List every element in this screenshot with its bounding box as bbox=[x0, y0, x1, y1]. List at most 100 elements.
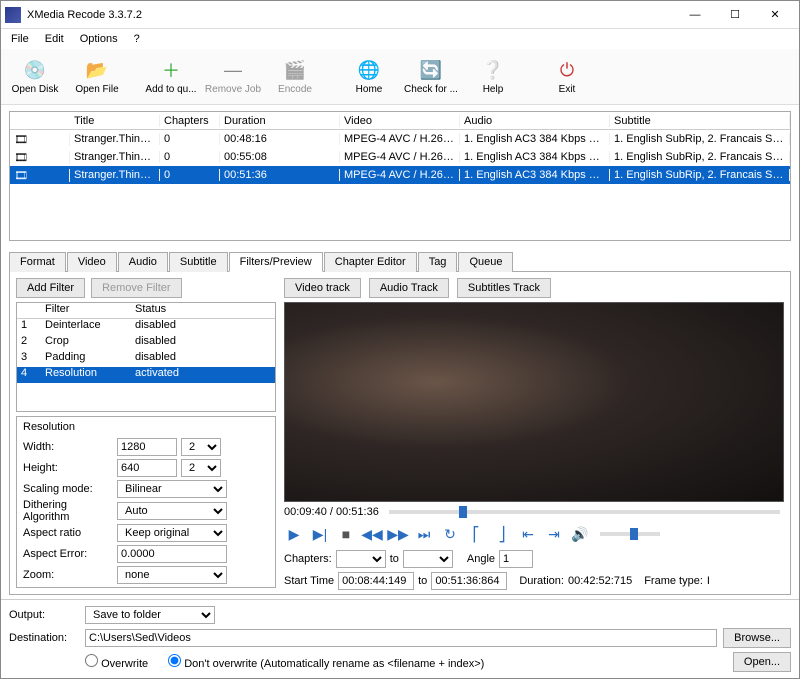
minimize-button[interactable]: — bbox=[675, 1, 715, 29]
app-icon bbox=[5, 7, 21, 23]
file-grid: Title Chapters Duration Video Audio Subt… bbox=[9, 111, 791, 241]
chapter-from-select[interactable] bbox=[336, 550, 386, 568]
seek-slider[interactable] bbox=[389, 510, 780, 514]
maximize-button[interactable]: ☐ bbox=[715, 1, 755, 29]
tab-chapter-editor[interactable]: Chapter Editor bbox=[324, 252, 417, 272]
player-controls: ▶ ▶| ■ ◀◀ ▶▶ ⏭ ↻ ⎡ ⎦ ⇤ ⇥ 🔊 bbox=[284, 522, 784, 546]
dither-select[interactable]: Auto bbox=[117, 502, 227, 520]
resolution-group: Resolution Width:2 Height:2 Scaling mode… bbox=[16, 416, 276, 588]
col-audio[interactable]: Audio bbox=[460, 115, 610, 127]
help-icon: ❔ bbox=[481, 58, 505, 82]
plus-icon: ＋ bbox=[159, 58, 183, 82]
destination-input[interactable] bbox=[85, 629, 717, 647]
window-title: XMedia Recode 3.3.7.2 bbox=[27, 9, 675, 21]
open-disk-button[interactable]: 💿Open Disk bbox=[5, 51, 65, 103]
menubar: File Edit Options ? bbox=[1, 29, 799, 49]
frame-type-value: I bbox=[707, 575, 710, 587]
timecode: 00:09:40 / 00:51:36 bbox=[284, 506, 379, 518]
main-panel: Add Filter Remove Filter FilterStatus 1D… bbox=[9, 272, 791, 595]
aspect-error-input[interactable] bbox=[117, 545, 227, 563]
zoom-select[interactable]: none bbox=[117, 566, 227, 584]
exit-icon: ⏻ bbox=[555, 58, 579, 82]
audio-track-button[interactable]: Audio Track bbox=[369, 278, 449, 298]
close-button[interactable]: ✕ bbox=[755, 1, 795, 29]
overwrite-radio[interactable]: Overwrite bbox=[85, 654, 148, 670]
tab-video[interactable]: Video bbox=[67, 252, 117, 272]
titlebar: XMedia Recode 3.3.7.2 — ☐ ✕ bbox=[1, 1, 799, 29]
filter-row[interactable]: 1Deinterlacedisabled bbox=[17, 319, 275, 335]
col-duration[interactable]: Duration bbox=[220, 115, 340, 127]
dont-overwrite-radio[interactable]: Don't overwrite (Automatically rename as… bbox=[168, 654, 484, 670]
scaling-select[interactable]: Bilinear bbox=[117, 480, 227, 498]
output-mode-select[interactable]: Save to folder bbox=[85, 606, 215, 624]
refresh-icon: 🔄 bbox=[419, 58, 443, 82]
menu-file[interactable]: File bbox=[5, 31, 35, 47]
output-panel: Output: Save to folder Destination: Brow… bbox=[1, 599, 799, 678]
open-button[interactable]: Open... bbox=[733, 652, 791, 672]
video-track-button[interactable]: Video track bbox=[284, 278, 361, 298]
width-input[interactable] bbox=[117, 438, 177, 456]
menu-help[interactable]: ? bbox=[128, 31, 146, 47]
filter-row[interactable]: 3Paddingdisabled bbox=[17, 351, 275, 367]
forward-icon[interactable]: ▶▶ bbox=[388, 524, 408, 544]
filter-row[interactable]: 2Cropdisabled bbox=[17, 335, 275, 351]
rewind-icon[interactable]: ◀◀ bbox=[362, 524, 382, 544]
home-button[interactable]: 🌐Home bbox=[339, 51, 399, 103]
table-row[interactable]: 🎞Stranger.Things...000:48:16MPEG-4 AVC /… bbox=[10, 130, 790, 148]
col-subtitle[interactable]: Subtitle bbox=[610, 115, 790, 127]
tab-queue[interactable]: Queue bbox=[458, 252, 513, 272]
remove-job-button: —Remove Job bbox=[203, 51, 263, 103]
col-chapters[interactable]: Chapters bbox=[160, 115, 220, 127]
duration-value: 00:42:52:715 bbox=[568, 575, 632, 587]
menu-options[interactable]: Options bbox=[74, 31, 124, 47]
col-title[interactable]: Title bbox=[70, 115, 160, 127]
grid-header: Title Chapters Duration Video Audio Subt… bbox=[10, 112, 790, 130]
volume-icon[interactable]: 🔊 bbox=[570, 524, 590, 544]
end-time-input[interactable] bbox=[431, 572, 507, 590]
mark-in-icon[interactable]: ⎡ bbox=[466, 524, 486, 544]
toolbar: 💿Open Disk 📂Open File ＋Add to qu... —Rem… bbox=[1, 49, 799, 105]
tab-filters-preview[interactable]: Filters/Preview bbox=[229, 252, 323, 272]
start-time-input[interactable] bbox=[338, 572, 414, 590]
check-updates-button[interactable]: 🔄Check for ... bbox=[401, 51, 461, 103]
volume-slider[interactable] bbox=[600, 532, 660, 536]
mark-out-icon[interactable]: ⎦ bbox=[492, 524, 512, 544]
add-filter-button[interactable]: Add Filter bbox=[16, 278, 85, 298]
step-icon[interactable]: ⏭ bbox=[414, 524, 434, 544]
tab-format[interactable]: Format bbox=[9, 252, 66, 272]
loop-icon[interactable]: ↻ bbox=[440, 524, 460, 544]
stop-icon[interactable]: ■ bbox=[336, 524, 356, 544]
angle-input[interactable] bbox=[499, 550, 533, 568]
range-in-icon[interactable]: ⇤ bbox=[518, 524, 538, 544]
height-input[interactable] bbox=[117, 459, 177, 477]
width-mul-select[interactable]: 2 bbox=[181, 438, 221, 456]
menu-edit[interactable]: Edit bbox=[39, 31, 70, 47]
folder-icon: 📂 bbox=[85, 58, 109, 82]
add-queue-button[interactable]: ＋Add to qu... bbox=[141, 51, 201, 103]
height-mul-select[interactable]: 2 bbox=[181, 459, 221, 477]
help-button[interactable]: ❔Help bbox=[463, 51, 523, 103]
next-icon[interactable]: ▶| bbox=[310, 524, 330, 544]
tab-audio[interactable]: Audio bbox=[118, 252, 168, 272]
tab-subtitle[interactable]: Subtitle bbox=[169, 252, 228, 272]
disc-icon: 💿 bbox=[23, 58, 47, 82]
remove-filter-button: Remove Filter bbox=[91, 278, 181, 298]
browse-button[interactable]: Browse... bbox=[723, 628, 791, 648]
range-out-icon[interactable]: ⇥ bbox=[544, 524, 564, 544]
open-file-button[interactable]: 📂Open File bbox=[67, 51, 127, 103]
col-video[interactable]: Video bbox=[340, 115, 460, 127]
play-icon[interactable]: ▶ bbox=[284, 524, 304, 544]
encode-icon: 🎬 bbox=[283, 58, 307, 82]
table-row[interactable]: 🎞Stranger.Things...000:55:08MPEG-4 AVC /… bbox=[10, 148, 790, 166]
keep-aspect-checkbox[interactable] bbox=[23, 587, 36, 588]
subtitle-track-button[interactable]: Subtitles Track bbox=[457, 278, 551, 298]
aspect-select[interactable]: Keep original bbox=[117, 524, 227, 542]
chapter-to-select[interactable] bbox=[403, 550, 453, 568]
preview-window bbox=[284, 302, 784, 502]
table-row[interactable]: 🎞Stranger.Things...000:51:36MPEG-4 AVC /… bbox=[10, 166, 790, 184]
exit-button[interactable]: ⏻Exit bbox=[537, 51, 597, 103]
tab-tag[interactable]: Tag bbox=[418, 252, 458, 272]
minus-icon: — bbox=[221, 58, 245, 82]
tabbar: FormatVideoAudioSubtitleFilters/PreviewC… bbox=[9, 251, 791, 272]
filter-row[interactable]: 4Resolutionactivated bbox=[17, 367, 275, 383]
